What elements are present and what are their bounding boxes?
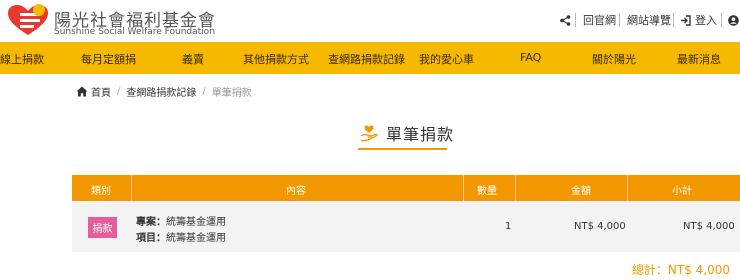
column-divider bbox=[131, 175, 132, 201]
breadcrumb-separator: / bbox=[117, 86, 121, 97]
nav-news[interactable]: 最新消息 bbox=[677, 51, 721, 67]
nav-charity-sale[interactable]: 義賣 bbox=[182, 51, 204, 67]
breadcrumb: 首頁 / 查網路捐款記錄 / 單筆捐款 bbox=[76, 84, 252, 99]
category-badge: 捐款 bbox=[88, 217, 117, 238]
nav-monthly-donation[interactable]: 每月定額捐 bbox=[81, 51, 136, 67]
login-icon bbox=[681, 14, 691, 26]
nav-my-cart[interactable]: 我的愛心車 bbox=[419, 51, 474, 67]
title-underline bbox=[358, 148, 447, 150]
table-header: 類別 內容 數量 金額 小計 bbox=[72, 175, 740, 201]
divider bbox=[575, 13, 576, 27]
column-header-subtotal: 小計 bbox=[672, 186, 692, 197]
donate-hand-heart-icon bbox=[360, 125, 378, 142]
breadcrumb-separator: / bbox=[202, 86, 206, 97]
column-header-amount: 金額 bbox=[571, 186, 591, 197]
account-button[interactable] bbox=[728, 12, 740, 28]
item-line: 項目：統籌基金運用 bbox=[136, 229, 226, 244]
login-label: 登入 bbox=[695, 14, 717, 27]
nav-donation-records[interactable]: 查網路捐款記錄 bbox=[328, 51, 405, 67]
column-header-quantity: 數量 bbox=[477, 186, 497, 197]
divider bbox=[619, 13, 620, 27]
project-line: 專案：統籌基金運用 bbox=[136, 213, 226, 228]
site-header: 陽光社會福利基金會 Sunshine Social Welfare Founda… bbox=[0, 0, 740, 42]
sitemap-link[interactable]: 網站導覽 bbox=[627, 12, 671, 28]
column-divider bbox=[463, 175, 464, 201]
page-title: 單筆捐款 bbox=[386, 125, 455, 144]
sitemap-label: 網站導覽 bbox=[627, 14, 671, 27]
quantity-cell: 1 bbox=[505, 221, 512, 232]
brand-name-en[interactable]: Sunshine Social Welfare Foundation bbox=[54, 27, 215, 37]
subtotal-cell: NT$ 4,000 bbox=[683, 221, 735, 232]
item-label: 項目： bbox=[136, 233, 166, 244]
share-button[interactable] bbox=[560, 12, 575, 28]
item-value: 統籌基金運用 bbox=[166, 233, 226, 244]
breadcrumb-home[interactable]: 首頁 bbox=[91, 84, 111, 99]
main-nav: 線上捐款 每月定額捐 義賣 其他捐款方式 查網路捐款記錄 我的愛心車 FAQ 關… bbox=[0, 42, 740, 74]
official-site-link[interactable]: 回官網 bbox=[583, 12, 616, 28]
nav-faq[interactable]: FAQ bbox=[520, 51, 541, 64]
order-total: 總計：NT$ 4,000 bbox=[631, 263, 730, 277]
logo-mark[interactable] bbox=[6, 4, 50, 38]
column-divider bbox=[627, 175, 628, 201]
nav-other-donation-methods[interactable]: 其他捐款方式 bbox=[243, 51, 309, 67]
column-header-category: 類別 bbox=[91, 186, 111, 197]
official-site-label: 回官網 bbox=[583, 14, 616, 27]
nav-about[interactable]: 關於陽光 bbox=[592, 51, 636, 67]
nav-online-donation[interactable]: 線上捐款 bbox=[0, 51, 44, 67]
divider bbox=[673, 13, 674, 27]
page-title-group: 單筆捐款 bbox=[360, 121, 454, 145]
column-divider bbox=[515, 175, 516, 201]
amount-cell: NT$ 4,000 bbox=[574, 221, 626, 232]
divider bbox=[721, 13, 722, 27]
share-icon bbox=[560, 14, 571, 26]
user-icon bbox=[728, 14, 739, 26]
breadcrumb-records[interactable]: 查網路捐款記錄 bbox=[126, 84, 196, 99]
login-link[interactable]: 登入 bbox=[680, 12, 717, 28]
breadcrumb-current: 單筆捐款 bbox=[211, 88, 252, 99]
project-label: 專案： bbox=[136, 217, 166, 228]
home-icon[interactable] bbox=[76, 86, 88, 97]
project-value: 統籌基金運用 bbox=[166, 217, 226, 228]
column-header-content: 內容 bbox=[286, 186, 306, 197]
